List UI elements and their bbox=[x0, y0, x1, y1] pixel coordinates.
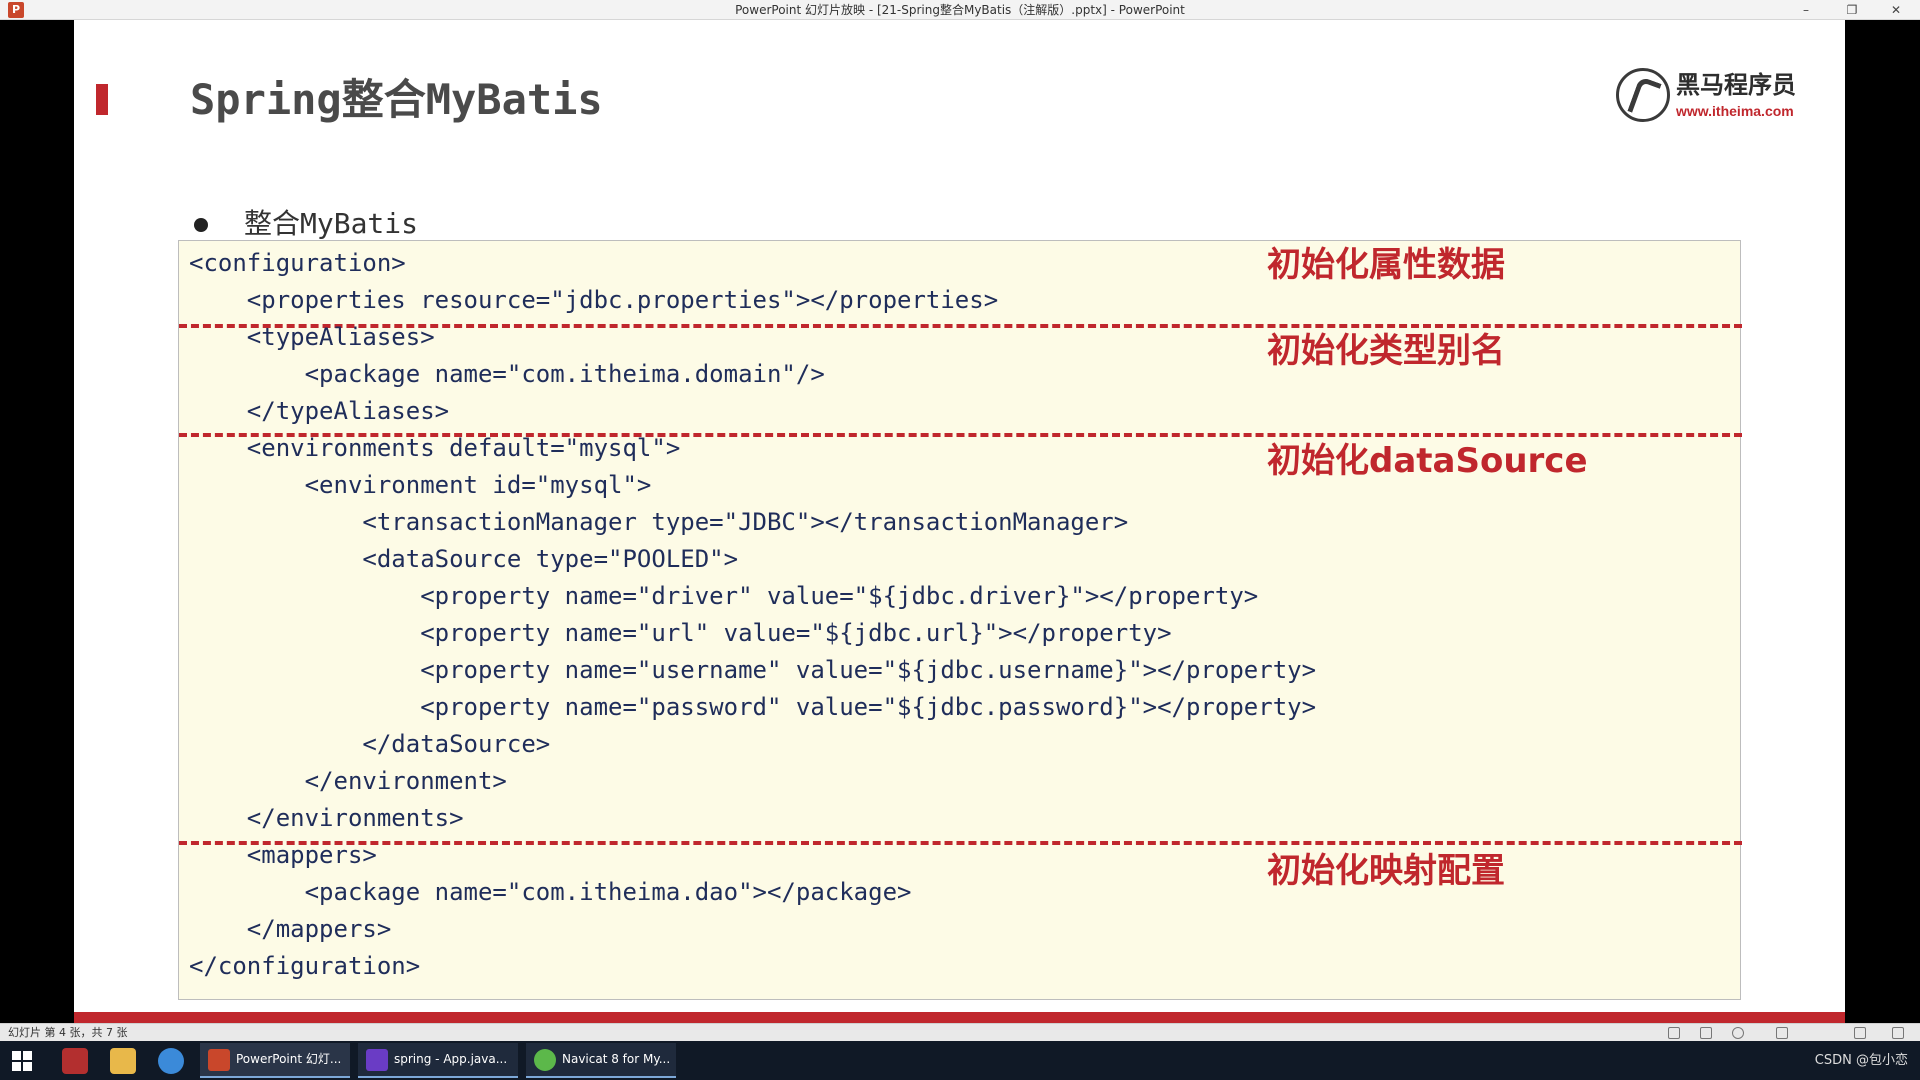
bullet-dot-icon bbox=[194, 218, 208, 232]
code-line: <configuration> bbox=[189, 249, 406, 277]
code-line: <environment id="mysql"> bbox=[189, 471, 652, 499]
taskbar-powerpoint[interactable]: PowerPoint 幻灯... bbox=[200, 1043, 350, 1078]
presenter-view-icon[interactable] bbox=[1892, 1027, 1904, 1039]
minimize-button[interactable]: – bbox=[1786, 0, 1826, 20]
slide-counter: 幻灯片 第 4 张，共 7 张 bbox=[8, 1026, 128, 1039]
notes-icon[interactable] bbox=[1668, 1027, 1680, 1039]
code-line: </mappers> bbox=[189, 915, 392, 943]
annotation-type-aliases: 初始化类型别名 bbox=[1267, 331, 1505, 371]
restore-button[interactable]: ❐ bbox=[1832, 0, 1872, 20]
code-line: </configuration> bbox=[189, 952, 421, 980]
code-line: <property name="driver" value="${jdbc.dr… bbox=[189, 582, 1259, 610]
taskbar-intellij[interactable]: spring - App.java... bbox=[358, 1043, 518, 1078]
window-title: PowerPoint 幻灯片放映 - [21-Spring整合MyBatis（注… bbox=[735, 3, 1185, 17]
fit-slide-icon[interactable] bbox=[1854, 1027, 1866, 1039]
code-line: <property name="password" value="${jdbc.… bbox=[189, 693, 1317, 721]
file-explorer-icon[interactable] bbox=[110, 1048, 136, 1074]
intellij-icon bbox=[366, 1049, 388, 1071]
taskbar: PowerPoint 幻灯... spring - App.java... Na… bbox=[0, 1041, 1920, 1080]
navicat-icon bbox=[534, 1049, 556, 1071]
code-line: <properties resource="jdbc.properties"><… bbox=[189, 286, 999, 314]
normal-view-icon[interactable] bbox=[1700, 1027, 1712, 1039]
annotation-properties: 初始化属性数据 bbox=[1267, 245, 1505, 285]
slideshow-icon[interactable] bbox=[1732, 1027, 1744, 1039]
code-line: <property name="username" value="${jdbc.… bbox=[189, 656, 1317, 684]
close-button[interactable]: ✕ bbox=[1876, 0, 1916, 20]
tray-watermark: CSDN @包小恋 bbox=[1814, 1053, 1908, 1068]
annotation-mappers: 初始化映射配置 bbox=[1267, 851, 1505, 891]
code-block: <configuration> <properties resource="jd… bbox=[178, 240, 1742, 1000]
slideshow-letterbox-left bbox=[0, 20, 74, 1023]
status-bar: 幻灯片 第 4 张，共 7 张 bbox=[0, 1023, 1920, 1041]
app-red-icon[interactable] bbox=[62, 1048, 88, 1074]
taskbar-item-label: spring - App.java... bbox=[394, 1052, 508, 1066]
code-line: <transactionManager type="JDBC"></transa… bbox=[189, 508, 1129, 536]
slide-title: Spring整合MyBatis bbox=[190, 75, 603, 124]
code-line: </environment> bbox=[189, 767, 507, 795]
slide[interactable]: Spring整合MyBatis 黑马程序员 www.itheima.com 整合… bbox=[74, 20, 1845, 1023]
code-line: <typeAliases> bbox=[189, 323, 435, 351]
logo-url: www.itheima.com bbox=[1676, 103, 1794, 119]
powerpoint-icon bbox=[208, 1049, 230, 1071]
code-line: </environments> bbox=[189, 804, 464, 832]
code-line: <dataSource type="POOLED"> bbox=[189, 545, 739, 573]
chrome-icon[interactable] bbox=[158, 1048, 184, 1074]
footer-accent-strip bbox=[74, 1012, 1845, 1023]
annotation-datasource: 初始化dataSource bbox=[1267, 441, 1588, 481]
taskbar-item-label: PowerPoint 幻灯... bbox=[236, 1052, 342, 1066]
reading-view-icon[interactable] bbox=[1776, 1027, 1788, 1039]
taskbar-item-label: Navicat 8 for My... bbox=[562, 1052, 671, 1066]
code-line: <mappers> bbox=[189, 841, 377, 869]
window-title-bar: P PowerPoint 幻灯片放映 - [21-Spring整合MyBatis… bbox=[0, 0, 1920, 20]
itheima-logo: 黑马程序员 www.itheima.com bbox=[1616, 62, 1816, 132]
taskbar-navicat[interactable]: Navicat 8 for My... bbox=[526, 1043, 676, 1078]
section-divider bbox=[179, 841, 1742, 845]
code-line: <environments default="mysql"> bbox=[189, 434, 681, 462]
windows-start-icon[interactable] bbox=[12, 1051, 32, 1071]
code-line: </dataSource> bbox=[189, 730, 551, 758]
code-line: </typeAliases> bbox=[189, 397, 450, 425]
slideshow-letterbox-right bbox=[1845, 20, 1920, 1023]
code-line: <property name="url" value="${jdbc.url}"… bbox=[189, 619, 1172, 647]
code-line: <package name="com.itheima.domain"/> bbox=[189, 360, 825, 388]
logo-text: 黑马程序员 bbox=[1676, 71, 1796, 99]
horse-logo-icon bbox=[1616, 68, 1670, 122]
bullet-text: 整合MyBatis bbox=[244, 207, 419, 240]
title-accent-bar bbox=[96, 84, 108, 115]
code-line: <package name="com.itheima.dao"></packag… bbox=[189, 878, 912, 906]
